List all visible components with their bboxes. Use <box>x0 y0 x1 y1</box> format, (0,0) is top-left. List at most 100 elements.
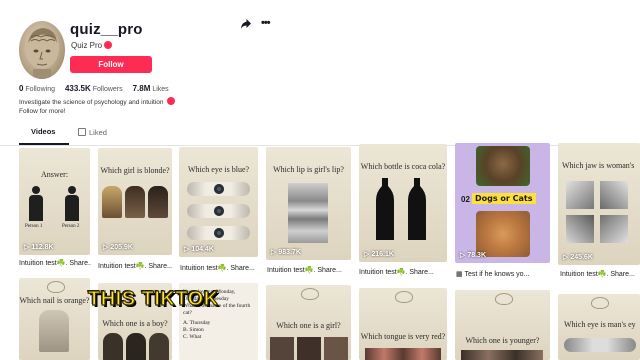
stat-value: 0 <box>19 84 24 93</box>
stat-following[interactable]: 0 Following <box>19 84 57 93</box>
stat-label: Following <box>25 86 55 93</box>
quiz-option: B. Simon <box>183 327 204 333</box>
video-card[interactable]: Which eye is man's ey <box>558 294 640 360</box>
video-card[interactable]: Which tongue is very red? <box>359 288 447 360</box>
lock-icon <box>78 128 86 136</box>
avatar[interactable] <box>19 21 65 79</box>
brain-icon <box>591 297 609 309</box>
photo-thumbnail <box>126 333 146 360</box>
dog-photo <box>476 146 530 186</box>
brain-emoji-icon <box>167 97 176 106</box>
view-count-value: 216.1K <box>371 251 394 258</box>
person-body <box>65 195 79 221</box>
person-silhouette-icon <box>32 186 40 194</box>
stat-label: Likes <box>152 86 169 93</box>
photo-thumbnail <box>324 337 348 360</box>
bio-line-2: Follow for more! <box>19 108 66 115</box>
overlay-caption: THIS TIKTOK <box>87 287 219 310</box>
brain-icon <box>395 291 413 303</box>
video-title: Which one is a girl? <box>276 321 341 330</box>
tongue-images <box>365 348 441 360</box>
video-card[interactable]: 02 Dogs or Cats ▷ 78.3K <box>455 143 550 263</box>
view-count: ▷ 104.4K <box>184 246 214 253</box>
eye-image <box>564 338 636 352</box>
video-caption[interactable]: Intuition test☘️. Share... <box>19 259 91 267</box>
person-body <box>29 195 43 221</box>
brain-icon <box>46 281 65 293</box>
tab-liked[interactable]: Liked <box>78 127 107 137</box>
photo-thumbnails <box>461 350 543 360</box>
video-card[interactable]: Which jaw is woman's ▷ 245.6K <box>558 143 640 265</box>
video-card[interactable]: Which eye is blue? ▷ 104.4K <box>179 147 258 257</box>
option-label: Person 2 <box>62 224 80 229</box>
video-title: Which jaw is woman's <box>562 161 635 170</box>
profile-stats: 0 Following 433.5K Followers 7.8M Likes <box>19 84 177 93</box>
view-count-value: 78.3K <box>467 252 487 259</box>
video-caption[interactable]: ▦ Test if he knows yo... <box>456 270 552 278</box>
eye-image <box>187 204 250 218</box>
stat-followers[interactable]: 433.5K Followers <box>64 84 125 93</box>
video-title: Which girl is blonde? <box>100 166 170 175</box>
video-caption[interactable]: Intuition test☘️. Share... <box>267 266 353 274</box>
video-title: Which bottle is coca cola? <box>360 162 446 171</box>
view-count: ▷ 245.6K <box>563 254 593 261</box>
photo-thumbnail <box>149 333 169 360</box>
photo-thumbnail <box>297 337 321 360</box>
view-count: ▷ 78.3K <box>460 252 487 259</box>
bottle-silhouettes <box>376 178 426 240</box>
jaw-image <box>600 181 628 209</box>
video-card[interactable]: Which girl is blonde? ▷ 205.9K <box>98 148 172 255</box>
jaw-image <box>566 181 594 209</box>
follow-button[interactable]: Follow <box>70 56 152 73</box>
video-card[interactable]: Answer: Person 1 Person 2 ▷ 112.8K <box>19 148 90 255</box>
brain-icon <box>494 293 513 305</box>
video-caption-text: Test if he knows yo... <box>464 271 530 278</box>
stat-likes: 7.8M Likes <box>132 84 169 93</box>
video-title: Which tongue is very red? <box>360 332 446 341</box>
view-count: ▷ 983.7K <box>271 249 301 256</box>
video-title: Dogs or Cats <box>472 193 536 204</box>
lips-image <box>288 183 328 243</box>
video-card[interactable]: Which bottle is coca cola? ▷ 216.1K <box>359 144 447 262</box>
option-label: Person 1 <box>25 224 43 229</box>
photo-thumbnail <box>125 186 145 218</box>
share-icon[interactable] <box>240 18 252 30</box>
jaw-image <box>566 215 594 243</box>
stat-value: 7.8M <box>132 84 151 93</box>
brain-head-avatar-icon <box>25 27 59 79</box>
quiz-option: A. Thursday <box>183 320 211 326</box>
tab-liked-label: Liked <box>89 128 107 137</box>
video-caption[interactable]: Intuition test☘️. Share... <box>180 264 260 272</box>
video-title: Which lip is girl's lip? <box>273 165 344 174</box>
video-card[interactable]: Which one is a girl? <box>266 285 351 360</box>
person-silhouette-icon <box>68 186 76 194</box>
video-title: Which one is a boy? <box>102 319 168 328</box>
iris <box>213 228 224 238</box>
more-icon[interactable]: ••• <box>261 18 271 30</box>
view-count-value: 983.7K <box>278 249 301 256</box>
video-title: Which eye is blue? <box>187 165 250 174</box>
stat-value: 433.5K <box>64 84 91 93</box>
video-title: Which nail is orange? <box>19 296 90 305</box>
iris <box>213 206 224 216</box>
video-caption[interactable]: Intuition test☘️. Share... <box>560 270 640 278</box>
jaw-image <box>600 215 628 243</box>
video-card[interactable]: Which lip is girl's lip? ▷ 983.7K <box>266 147 351 260</box>
photo-thumbnail <box>103 333 123 360</box>
video-card[interactable]: Which nail is orange? <box>19 278 90 360</box>
view-count-value: 104.4K <box>191 246 214 253</box>
badge-icon <box>104 40 113 49</box>
eye-image <box>187 226 250 240</box>
eye-image <box>187 182 250 196</box>
view-count: ▷ 205.9K <box>103 244 133 251</box>
video-title: Which eye is man's ey <box>564 320 636 329</box>
video-card[interactable]: Which one is younger? <box>455 290 550 360</box>
video-title: Which one is younger? <box>465 336 540 345</box>
photo-thumbnail <box>102 186 122 218</box>
video-caption[interactable]: Intuition test☘️. Share... <box>359 268 447 276</box>
video-caption[interactable]: Intuition test☘️. Share... <box>98 262 172 270</box>
tab-videos[interactable]: Videos <box>31 127 55 136</box>
display-name-text: Quiz Pro <box>71 41 103 50</box>
username: quiz__pro <box>70 21 143 38</box>
stat-label: Followers <box>92 86 123 93</box>
